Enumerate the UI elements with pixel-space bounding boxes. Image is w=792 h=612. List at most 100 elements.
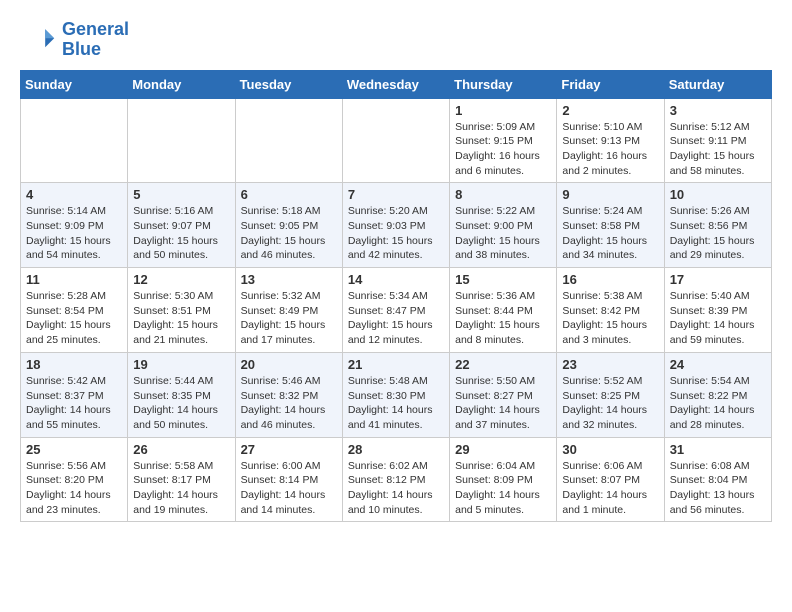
calendar-week-4: 18 Sunrise: 5:42 AM Sunset: 8:37 PM Dayli…	[21, 352, 772, 437]
calendar-cell: 22 Sunrise: 5:50 AM Sunset: 8:27 PM Dayli…	[450, 352, 557, 437]
day-info: Sunrise: 5:54 AM Sunset: 8:22 PM Dayligh…	[670, 374, 766, 433]
day-number: 31	[670, 442, 766, 457]
calendar-cell	[128, 98, 235, 183]
calendar-week-1: 1 Sunrise: 5:09 AM Sunset: 9:15 PM Daylig…	[21, 98, 772, 183]
day-info: Sunrise: 5:24 AM Sunset: 8:58 PM Dayligh…	[562, 204, 658, 263]
calendar-cell: 4 Sunrise: 5:14 AM Sunset: 9:09 PM Daylig…	[21, 183, 128, 268]
day-info: Sunrise: 5:50 AM Sunset: 8:27 PM Dayligh…	[455, 374, 551, 433]
day-number: 7	[348, 187, 444, 202]
day-info: Sunrise: 6:02 AM Sunset: 8:12 PM Dayligh…	[348, 459, 444, 518]
day-number: 13	[241, 272, 337, 287]
calendar-header-thursday: Thursday	[450, 70, 557, 98]
day-number: 11	[26, 272, 122, 287]
calendar-cell: 17Sunrise: 5:40 AM Sunset: 8:39 PM Dayli…	[664, 268, 771, 353]
calendar-cell: 12 Sunrise: 5:30 AM Sunset: 8:51 PM Dayli…	[128, 268, 235, 353]
day-number: 28	[348, 442, 444, 457]
calendar-cell: 15 Sunrise: 5:36 AM Sunset: 8:44 PM Dayli…	[450, 268, 557, 353]
page-header: General Blue	[20, 20, 772, 60]
day-number: 18	[26, 357, 122, 372]
day-number: 10	[670, 187, 766, 202]
calendar-cell: 31Sunrise: 6:08 AM Sunset: 8:04 PM Dayli…	[664, 437, 771, 522]
day-number: 20	[241, 357, 337, 372]
day-info: Sunrise: 5:46 AM Sunset: 8:32 PM Dayligh…	[241, 374, 337, 433]
day-number: 4	[26, 187, 122, 202]
calendar-header-row: SundayMondayTuesdayWednesdayThursdayFrid…	[21, 70, 772, 98]
day-info: Sunrise: 5:18 AM Sunset: 9:05 PM Dayligh…	[241, 204, 337, 263]
day-number: 16	[562, 272, 658, 287]
day-number: 22	[455, 357, 551, 372]
day-info: Sunrise: 5:30 AM Sunset: 8:51 PM Dayligh…	[133, 289, 229, 348]
calendar-header-sunday: Sunday	[21, 70, 128, 98]
calendar-cell: 29 Sunrise: 6:04 AM Sunset: 8:09 PM Dayli…	[450, 437, 557, 522]
calendar-cell: 25Sunrise: 5:56 AM Sunset: 8:20 PM Dayli…	[21, 437, 128, 522]
day-number: 2	[562, 103, 658, 118]
day-number: 8	[455, 187, 551, 202]
calendar-cell: 11 Sunrise: 5:28 AM Sunset: 8:54 PM Dayli…	[21, 268, 128, 353]
calendar-cell	[342, 98, 449, 183]
day-number: 19	[133, 357, 229, 372]
calendar-week-5: 25Sunrise: 5:56 AM Sunset: 8:20 PM Dayli…	[21, 437, 772, 522]
calendar-cell: 16 Sunrise: 5:38 AM Sunset: 8:42 PM Dayli…	[557, 268, 664, 353]
calendar-cell: 13 Sunrise: 5:32 AM Sunset: 8:49 PM Dayli…	[235, 268, 342, 353]
calendar-cell	[235, 98, 342, 183]
day-number: 5	[133, 187, 229, 202]
day-info: Sunrise: 5:14 AM Sunset: 9:09 PM Dayligh…	[26, 204, 122, 263]
calendar-cell: 6 Sunrise: 5:18 AM Sunset: 9:05 PM Daylig…	[235, 183, 342, 268]
day-info: Sunrise: 5:12 AM Sunset: 9:11 PM Dayligh…	[670, 120, 766, 179]
calendar-cell: 21Sunrise: 5:48 AM Sunset: 8:30 PM Dayli…	[342, 352, 449, 437]
calendar-header-saturday: Saturday	[664, 70, 771, 98]
day-info: Sunrise: 5:44 AM Sunset: 8:35 PM Dayligh…	[133, 374, 229, 433]
day-number: 17	[670, 272, 766, 287]
day-info: Sunrise: 5:20 AM Sunset: 9:03 PM Dayligh…	[348, 204, 444, 263]
logo-icon	[20, 22, 56, 58]
day-number: 12	[133, 272, 229, 287]
day-info: Sunrise: 5:34 AM Sunset: 8:47 PM Dayligh…	[348, 289, 444, 348]
day-info: Sunrise: 5:36 AM Sunset: 8:44 PM Dayligh…	[455, 289, 551, 348]
day-number: 24	[670, 357, 766, 372]
calendar-header-friday: Friday	[557, 70, 664, 98]
logo-text: General Blue	[62, 20, 129, 60]
day-info: Sunrise: 5:32 AM Sunset: 8:49 PM Dayligh…	[241, 289, 337, 348]
calendar-cell: 18 Sunrise: 5:42 AM Sunset: 8:37 PM Dayli…	[21, 352, 128, 437]
calendar-cell: 9 Sunrise: 5:24 AM Sunset: 8:58 PM Daylig…	[557, 183, 664, 268]
calendar-cell: 20 Sunrise: 5:46 AM Sunset: 8:32 PM Dayli…	[235, 352, 342, 437]
day-number: 14	[348, 272, 444, 287]
day-number: 27	[241, 442, 337, 457]
day-number: 6	[241, 187, 337, 202]
day-info: Sunrise: 5:10 AM Sunset: 9:13 PM Dayligh…	[562, 120, 658, 179]
day-info: Sunrise: 5:26 AM Sunset: 8:56 PM Dayligh…	[670, 204, 766, 263]
day-number: 9	[562, 187, 658, 202]
calendar-week-3: 11 Sunrise: 5:28 AM Sunset: 8:54 PM Dayli…	[21, 268, 772, 353]
calendar-cell: 26 Sunrise: 5:58 AM Sunset: 8:17 PM Dayli…	[128, 437, 235, 522]
calendar-cell: 27 Sunrise: 6:00 AM Sunset: 8:14 PM Dayli…	[235, 437, 342, 522]
calendar-cell: 2 Sunrise: 5:10 AM Sunset: 9:13 PM Daylig…	[557, 98, 664, 183]
calendar-cell: 23 Sunrise: 5:52 AM Sunset: 8:25 PM Dayli…	[557, 352, 664, 437]
day-info: Sunrise: 5:09 AM Sunset: 9:15 PM Dayligh…	[455, 120, 551, 179]
logo: General Blue	[20, 20, 129, 60]
day-number: 29	[455, 442, 551, 457]
day-info: Sunrise: 5:56 AM Sunset: 8:20 PM Dayligh…	[26, 459, 122, 518]
calendar-cell	[21, 98, 128, 183]
calendar-week-2: 4 Sunrise: 5:14 AM Sunset: 9:09 PM Daylig…	[21, 183, 772, 268]
day-info: Sunrise: 5:22 AM Sunset: 9:00 PM Dayligh…	[455, 204, 551, 263]
day-number: 1	[455, 103, 551, 118]
day-number: 26	[133, 442, 229, 457]
day-number: 15	[455, 272, 551, 287]
day-info: Sunrise: 5:42 AM Sunset: 8:37 PM Dayligh…	[26, 374, 122, 433]
day-info: Sunrise: 6:04 AM Sunset: 8:09 PM Dayligh…	[455, 459, 551, 518]
day-info: Sunrise: 5:52 AM Sunset: 8:25 PM Dayligh…	[562, 374, 658, 433]
day-number: 23	[562, 357, 658, 372]
day-number: 30	[562, 442, 658, 457]
day-info: Sunrise: 6:00 AM Sunset: 8:14 PM Dayligh…	[241, 459, 337, 518]
day-info: Sunrise: 5:28 AM Sunset: 8:54 PM Dayligh…	[26, 289, 122, 348]
day-info: Sunrise: 5:16 AM Sunset: 9:07 PM Dayligh…	[133, 204, 229, 263]
calendar-cell: 19 Sunrise: 5:44 AM Sunset: 8:35 PM Dayli…	[128, 352, 235, 437]
calendar-cell: 5 Sunrise: 5:16 AM Sunset: 9:07 PM Daylig…	[128, 183, 235, 268]
day-info: Sunrise: 6:06 AM Sunset: 8:07 PM Dayligh…	[562, 459, 658, 518]
day-info: Sunrise: 5:38 AM Sunset: 8:42 PM Dayligh…	[562, 289, 658, 348]
calendar-header-monday: Monday	[128, 70, 235, 98]
day-number: 3	[670, 103, 766, 118]
calendar-header-tuesday: Tuesday	[235, 70, 342, 98]
calendar-cell: 1 Sunrise: 5:09 AM Sunset: 9:15 PM Daylig…	[450, 98, 557, 183]
day-info: Sunrise: 5:58 AM Sunset: 8:17 PM Dayligh…	[133, 459, 229, 518]
